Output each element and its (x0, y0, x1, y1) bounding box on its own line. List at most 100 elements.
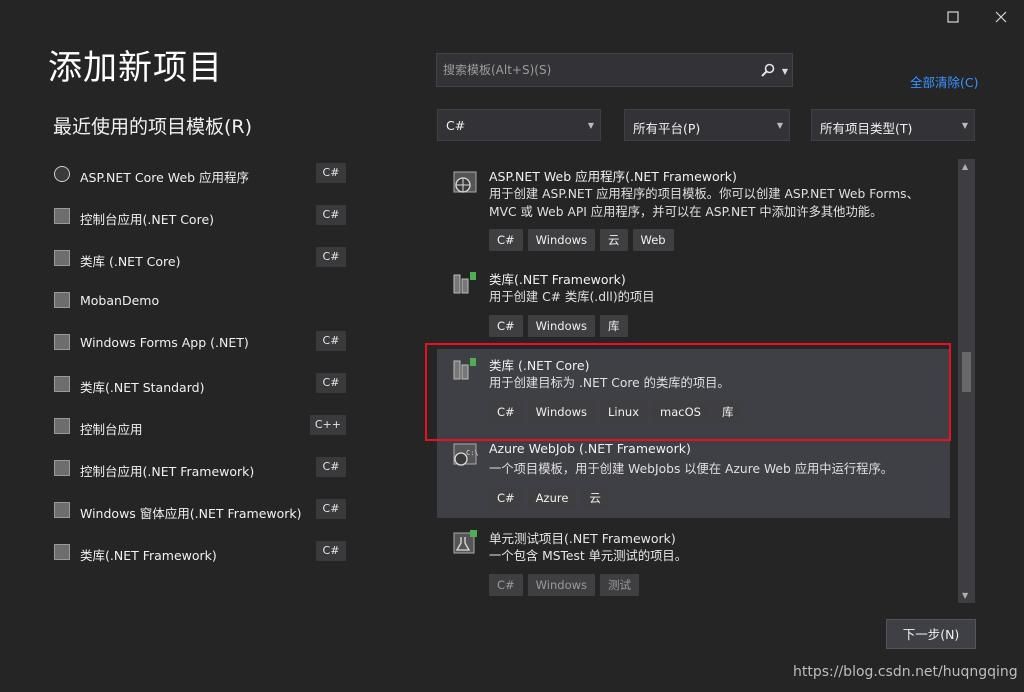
recent-item-label: 控制台应用(.NET Framework) (80, 464, 255, 479)
tag: Windows (527, 574, 596, 596)
recent-item-winforms-net[interactable]: Windows Forms App (.NET) C# (54, 329, 346, 357)
class-library-icon (453, 272, 476, 294)
template-azure-webjob[interactable]: C:\ Azure WebJob (.NET Framework) 一个项目模板… (437, 435, 950, 518)
template-tags: C# Windows 库 (489, 315, 633, 337)
tag: 测试 (600, 574, 640, 596)
clear-all-link[interactable]: 全部清除(C) (910, 72, 978, 91)
console-app-icon (54, 418, 70, 434)
language-badge: C# (316, 163, 346, 183)
test-project-icon (453, 530, 477, 554)
recent-item-label: ASP.NET Core Web 应用程序 (80, 170, 250, 185)
language-badge: C# (316, 541, 346, 561)
tag: 云 (600, 229, 628, 251)
project-type-filter[interactable]: 所有项目类型(T) ▼ (811, 109, 975, 141)
search-input[interactable] (441, 62, 745, 78)
template-description: 一个项目模板，用于创建 WebJobs 以便在 Azure Web 应用中运行程… (489, 462, 894, 476)
tag: C# (489, 315, 523, 337)
scrollbar-thumb[interactable] (962, 352, 971, 392)
watermark: https://blog.csdn.net/huqngqing (793, 664, 1018, 680)
tag: C# (489, 487, 523, 509)
globe-project-icon (453, 171, 477, 193)
template-list-scrollbar[interactable]: ▲ ▼ (958, 159, 975, 603)
language-badge: C# (316, 373, 346, 393)
tag: Web (632, 229, 674, 251)
tag: 库 (600, 315, 628, 337)
selection-highlight-box (425, 343, 951, 441)
recent-item-aspnet-core[interactable]: ASP.NET Core Web 应用程序 C# (54, 161, 346, 189)
template-tags: C# Windows 测试 (489, 574, 644, 596)
chevron-down-icon: ▼ (961, 121, 968, 130)
chevron-down-icon: ▼ (776, 121, 783, 130)
language-badge: C++ (309, 415, 346, 435)
scroll-down-icon[interactable]: ▼ (962, 591, 968, 600)
language-badge: C# (316, 331, 346, 351)
chevron-down-icon: ▼ (587, 121, 594, 130)
recent-item-console-cpp[interactable]: 控制台应用 C++ (54, 413, 346, 441)
template-unit-test-framework[interactable]: 单元测试项目(.NET Framework) 一个包含 MSTest 单元测试的… (437, 522, 950, 603)
recent-item-label: 类库(.NET Standard) (80, 380, 205, 395)
search-box: ▼ (436, 53, 793, 87)
platform-filter-value: 所有平台(P) (633, 121, 701, 136)
platform-filter[interactable]: 所有平台(P) ▼ (624, 109, 790, 141)
recent-item-label: 类库(.NET Framework) (80, 548, 217, 563)
language-badge: C# (316, 247, 346, 267)
recent-item-classlib-core[interactable]: 类库 (.NET Core) C# (54, 245, 346, 273)
template-title: 单元测试项目(.NET Framework) (489, 531, 676, 546)
template-classlib-framework[interactable]: 类库(.NET Framework) 用于创建 C# 类库(.dll)的项目 C… (437, 263, 950, 349)
maximize-button[interactable] (942, 6, 964, 28)
next-button[interactable]: 下一步(N) (886, 619, 976, 649)
class-library-icon (54, 376, 70, 392)
class-library-icon (54, 250, 70, 266)
recent-item-mobandemo[interactable]: MobanDemo (54, 287, 346, 315)
recent-item-console-framework[interactable]: 控制台应用(.NET Framework) C# (54, 455, 346, 483)
recent-templates-heading: 最近使用的项目模板(R) (53, 116, 253, 138)
tag: C# (489, 574, 523, 596)
close-button[interactable] (990, 6, 1012, 28)
language-badge: C# (316, 205, 346, 225)
template-aspnet-web-framework[interactable]: ASP.NET Web 应用程序(.NET Framework) 用于创建 AS… (437, 159, 950, 263)
template-description: 用于创建 C# 类库(.dll)的项目 (489, 290, 655, 304)
template-tags: C# Azure 云 (489, 487, 614, 509)
close-icon (995, 11, 1007, 23)
language-filter[interactable]: C# ▼ (437, 109, 601, 141)
tag: Azure (527, 487, 577, 509)
language-filter-value: C# (446, 118, 466, 133)
recent-item-classlib-framework[interactable]: 类库(.NET Framework) C# (54, 539, 346, 567)
recent-item-label: 控制台应用 (80, 422, 143, 437)
class-library-icon (54, 544, 70, 560)
recent-item-label: MobanDemo (80, 293, 160, 308)
tag: C# (489, 229, 523, 251)
project-type-filter-value: 所有项目类型(T) (820, 121, 913, 136)
tag: Windows (527, 315, 596, 337)
windows-forms-icon (54, 334, 70, 350)
console-app-icon (54, 208, 70, 224)
recent-item-classlib-standard[interactable]: 类库(.NET Standard) C# (54, 371, 346, 399)
scroll-up-icon[interactable]: ▲ (962, 162, 968, 171)
template-description: 用于创建 ASP.NET 应用程序的项目模板。你可以创建 ASP.NET Web… (489, 187, 919, 219)
template-title: ASP.NET Web 应用程序(.NET Framework) (489, 169, 737, 184)
recent-item-winforms-framework[interactable]: Windows 窗体应用(.NET Framework) C# (54, 497, 346, 525)
svg-text:C:\: C:\ (466, 449, 479, 457)
recent-item-label: 控制台应用(.NET Core) (80, 212, 215, 227)
windows-forms-icon (54, 502, 70, 518)
recent-item-label: 类库 (.NET Core) (80, 254, 181, 269)
azure-webjob-icon: C:\ (453, 443, 479, 466)
recent-item-label: Windows Forms App (.NET) (80, 335, 249, 350)
template-title: Azure WebJob (.NET Framework) (489, 441, 691, 456)
recent-item-label: Windows 窗体应用(.NET Framework) (80, 506, 302, 521)
template-title: 类库(.NET Framework) (489, 272, 626, 287)
maximize-icon (947, 11, 959, 23)
recent-item-console-core[interactable]: 控制台应用(.NET Core) C# (54, 203, 346, 231)
search-icon[interactable] (760, 62, 776, 78)
tag: Windows (527, 229, 596, 251)
page-title: 添加新项目 (48, 48, 223, 88)
globe-project-icon (54, 166, 70, 182)
template-description: 一个包含 MSTest 单元测试的项目。 (489, 549, 688, 563)
template-tags: C# Windows 云 Web (489, 229, 679, 251)
custom-template-icon (54, 292, 70, 308)
language-badge: C# (316, 499, 346, 519)
search-options-dropdown-icon[interactable]: ▼ (782, 67, 788, 76)
tag: 云 (581, 487, 609, 509)
console-app-icon (54, 460, 70, 476)
language-badge: C# (316, 457, 346, 477)
